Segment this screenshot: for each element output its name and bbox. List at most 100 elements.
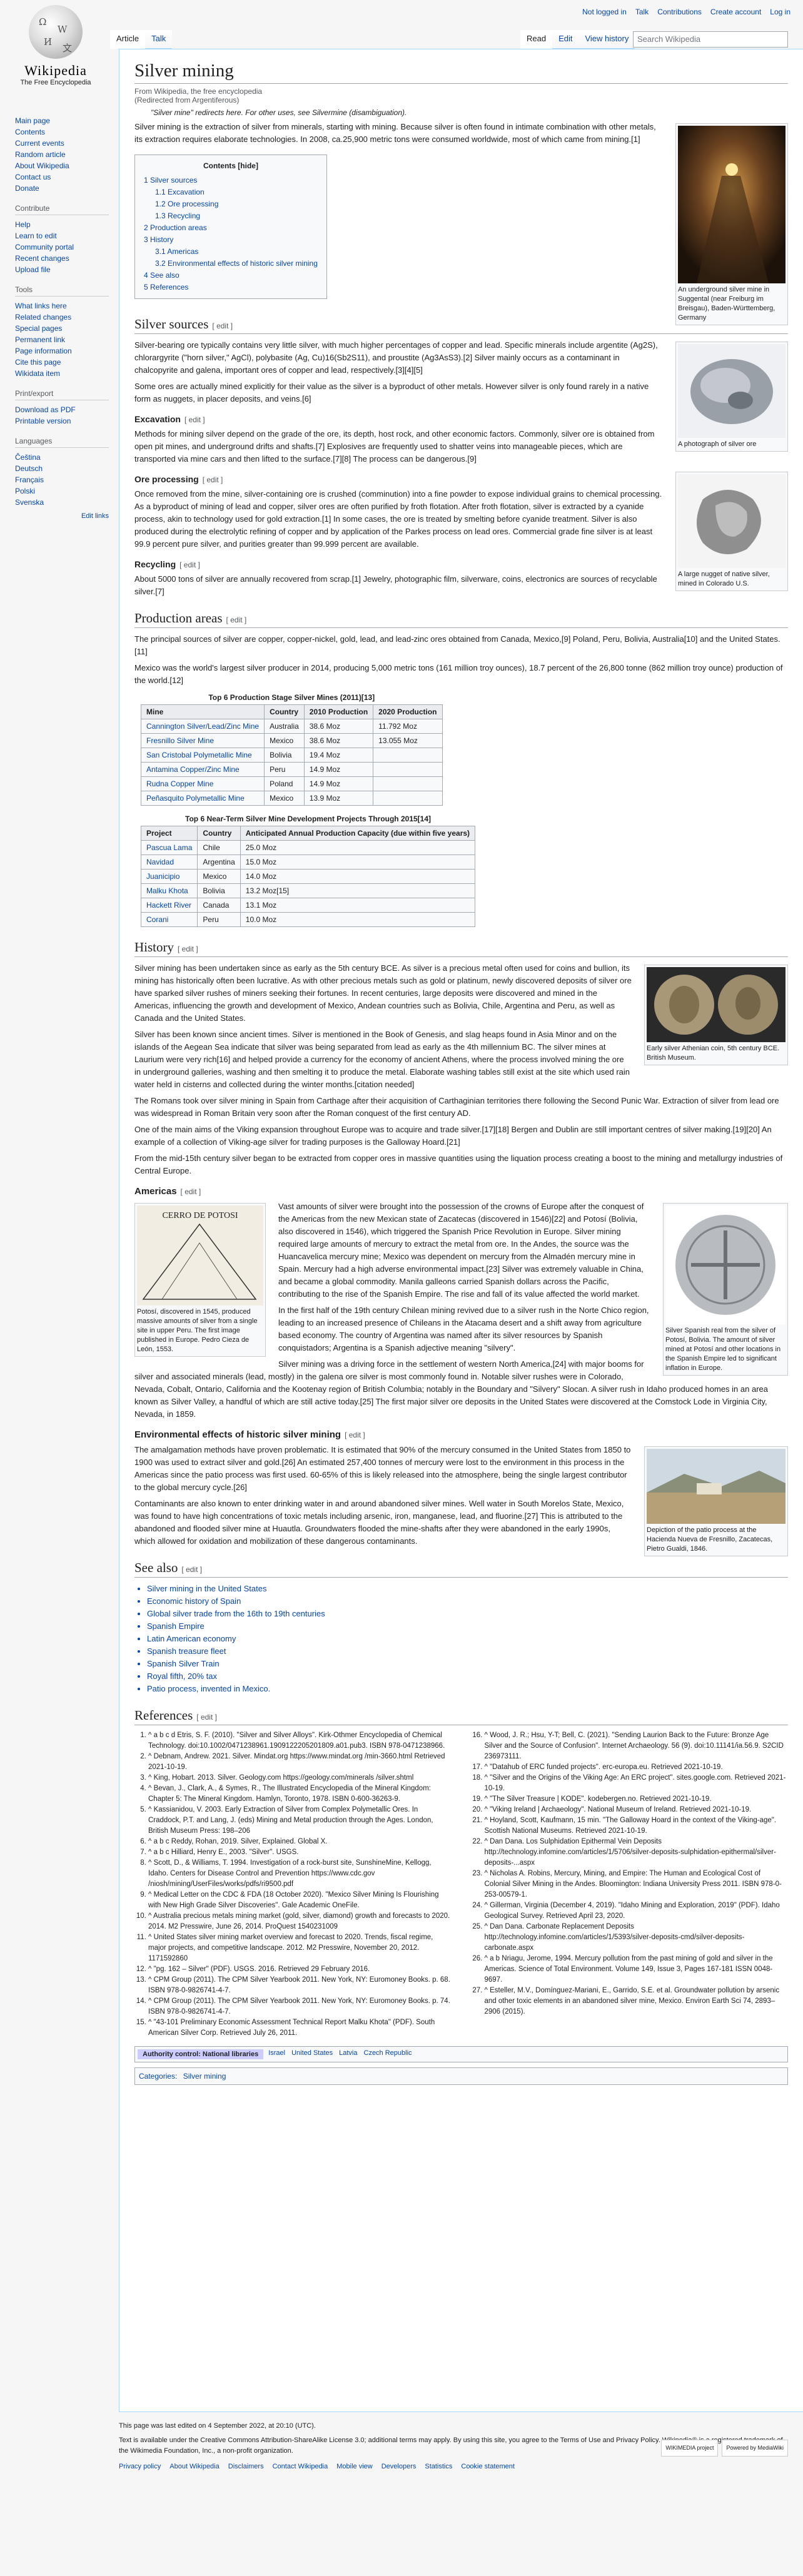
table-cell: Argentina: [197, 854, 241, 870]
sidebar-item[interactable]: Donate: [15, 183, 109, 194]
toc-item[interactable]: 1.1 Excavation: [144, 186, 318, 198]
table-cell[interactable]: Malku Khota: [140, 883, 198, 898]
sidebar-item[interactable]: Contents: [15, 126, 109, 138]
toc-item[interactable]: 3 History: [144, 234, 318, 246]
potosi-image[interactable]: CERRO DE POTOSI: [137, 1205, 263, 1306]
see-also-item[interactable]: Royal fifth, 20% tax: [147, 1670, 788, 1683]
sidebar-item[interactable]: Learn to edit: [15, 230, 109, 241]
footer-link[interactable]: Cookie statement: [461, 2462, 515, 2472]
authority-link[interactable]: Czech Republic: [364, 2049, 412, 2057]
table-cell[interactable]: Hackett River: [140, 898, 198, 913]
footer-link[interactable]: Statistics: [425, 2462, 452, 2472]
authority-link[interactable]: Israel: [268, 2049, 285, 2057]
footer-link[interactable]: Privacy policy: [119, 2462, 161, 2472]
see-also-item[interactable]: Global silver trade from the 16th to 19t…: [147, 1608, 788, 1620]
sidebar-item[interactable]: Printable version: [15, 415, 109, 427]
sidebar-item[interactable]: Upload file: [15, 264, 109, 275]
sidebar-item[interactable]: About Wikipedia: [15, 160, 109, 171]
table-cell[interactable]: Navidad: [140, 854, 198, 870]
see-also-item[interactable]: Economic history of Spain: [147, 1595, 788, 1608]
footer-link[interactable]: About Wikipedia: [169, 2462, 220, 2472]
sidebar-item[interactable]: Recent changes: [15, 253, 109, 264]
table-cell[interactable]: Cannington Silver/Lead/Zinc Mine: [140, 719, 265, 734]
tab-edit[interactable]: Edit: [552, 30, 579, 49]
table-cell[interactable]: San Cristobal Polymetallic Mine: [140, 748, 265, 763]
table-cell[interactable]: Pascua Lama: [140, 840, 198, 855]
toc-item[interactable]: 1 Silver sources: [144, 175, 318, 186]
sidebar-item[interactable]: Cite this page: [15, 357, 109, 368]
silver-nugget-image[interactable]: [678, 474, 785, 568]
athenian-coin-image[interactable]: [647, 967, 785, 1042]
footer-link[interactable]: Mobile view: [336, 2462, 372, 2472]
mediawiki-badge[interactable]: Powered by MediaWiki: [722, 2440, 788, 2457]
table-cell[interactable]: Corani: [140, 912, 198, 927]
toc-item[interactable]: 5 References: [144, 281, 318, 293]
table-cell: Bolivia: [197, 883, 241, 898]
sidebar-item[interactable]: Community portal: [15, 241, 109, 253]
categories-label[interactable]: Categories:: [139, 2072, 177, 2081]
search-input[interactable]: Search Wikipedia: [633, 31, 788, 48]
silver-ore-image[interactable]: [678, 344, 785, 438]
tab-read[interactable]: Read: [520, 30, 553, 49]
see-also-item[interactable]: Spanish Silver Train: [147, 1658, 788, 1670]
table-cell: 10.0 Moz: [240, 912, 476, 927]
see-also-item[interactable]: Silver mining in the United States: [147, 1583, 788, 1595]
personal-tool-link[interactable]: Not logged in: [582, 8, 627, 16]
mine-tunnel-image[interactable]: [678, 126, 785, 283]
toc-item[interactable]: 4 See also: [144, 270, 318, 281]
reference-item: ^ Dan Dana. Los Sulphidation Epithermal …: [485, 1837, 789, 1869]
sidebar-item[interactable]: Related changes: [15, 312, 109, 323]
toc-item[interactable]: 1.2 Ore processing: [144, 198, 318, 210]
toc-item[interactable]: 1.3 Recycling: [144, 210, 318, 222]
sidebar-item[interactable]: Current events: [15, 138, 109, 149]
view-tabs: Read Edit View history: [520, 30, 635, 49]
sidebar-item[interactable]: Special pages: [15, 323, 109, 334]
sidebar-item[interactable]: What links here: [15, 300, 109, 312]
personal-tool-link[interactable]: Talk: [635, 8, 649, 16]
sidebar-item[interactable]: Random article: [15, 149, 109, 160]
toc-item[interactable]: 2 Production areas: [144, 222, 318, 234]
sidebar-item[interactable]: Main page: [15, 115, 109, 126]
sidebar-language[interactable]: Čeština: [15, 452, 109, 463]
tab-article[interactable]: Article: [110, 30, 146, 49]
footer-link[interactable]: Contact Wikipedia: [273, 2462, 328, 2472]
toc-title[interactable]: Contents [hide]: [144, 160, 318, 172]
see-also-item[interactable]: Spanish treasure fleet: [147, 1645, 788, 1658]
sidebar-language[interactable]: Français: [15, 474, 109, 485]
table-cell: Mexico: [264, 733, 305, 748]
authority-link[interactable]: United States: [291, 2049, 333, 2057]
sidebar-item[interactable]: Contact us: [15, 171, 109, 183]
footer-link[interactable]: Developers: [381, 2462, 417, 2472]
personal-tool-link[interactable]: Contributions: [657, 8, 702, 16]
footer-link[interactable]: Disclaimers: [228, 2462, 264, 2472]
wikimedia-badge[interactable]: WIKIMEDIA project: [661, 2440, 719, 2457]
authority-link[interactable]: Latvia: [339, 2049, 357, 2057]
sidebar-item[interactable]: Wikidata item: [15, 368, 109, 379]
personal-tool-link[interactable]: Create account: [710, 8, 761, 16]
sidebar-item[interactable]: Download as PDF: [15, 404, 109, 415]
sidebar-language[interactable]: Svenska: [15, 497, 109, 508]
sidebar-language[interactable]: Polski: [15, 485, 109, 497]
see-also-item[interactable]: Spanish Empire: [147, 1620, 788, 1633]
wikipedia-logo[interactable]: ΩWИ文 Wikipedia The Free Encyclopedia: [9, 5, 103, 86]
sidebar-item[interactable]: Permanent link: [15, 334, 109, 345]
table-cell[interactable]: Peñasquito Polymetallic Mine: [140, 791, 265, 806]
sidebar-item[interactable]: Page information: [15, 345, 109, 357]
personal-tool-link[interactable]: Log in: [770, 8, 790, 16]
edit-links[interactable]: Edit links: [15, 510, 109, 522]
table-cell[interactable]: Fresnillo Silver Mine: [140, 733, 265, 748]
tab-talk[interactable]: Talk: [145, 30, 173, 49]
category-link[interactable]: Silver mining: [183, 2072, 226, 2081]
table-cell[interactable]: Rudna Copper Mine: [140, 776, 265, 791]
table-cell[interactable]: Antamina Copper/Zinc Mine: [140, 762, 265, 777]
see-also-item[interactable]: Latin American economy: [147, 1633, 788, 1645]
toc-item[interactable]: 3.1 Americas: [144, 246, 318, 258]
see-also-item[interactable]: Patio process, invented in Mexico.: [147, 1683, 788, 1695]
tab-history[interactable]: View history: [578, 30, 635, 49]
sidebar-item[interactable]: Help: [15, 219, 109, 230]
spanish-real-image[interactable]: [665, 1205, 785, 1324]
toc-item[interactable]: 3.2 Environmental effects of historic si…: [144, 258, 318, 270]
table-cell[interactable]: Juanicipio: [140, 869, 198, 884]
sidebar-language[interactable]: Deutsch: [15, 463, 109, 474]
patio-process-image[interactable]: [647, 1449, 785, 1524]
